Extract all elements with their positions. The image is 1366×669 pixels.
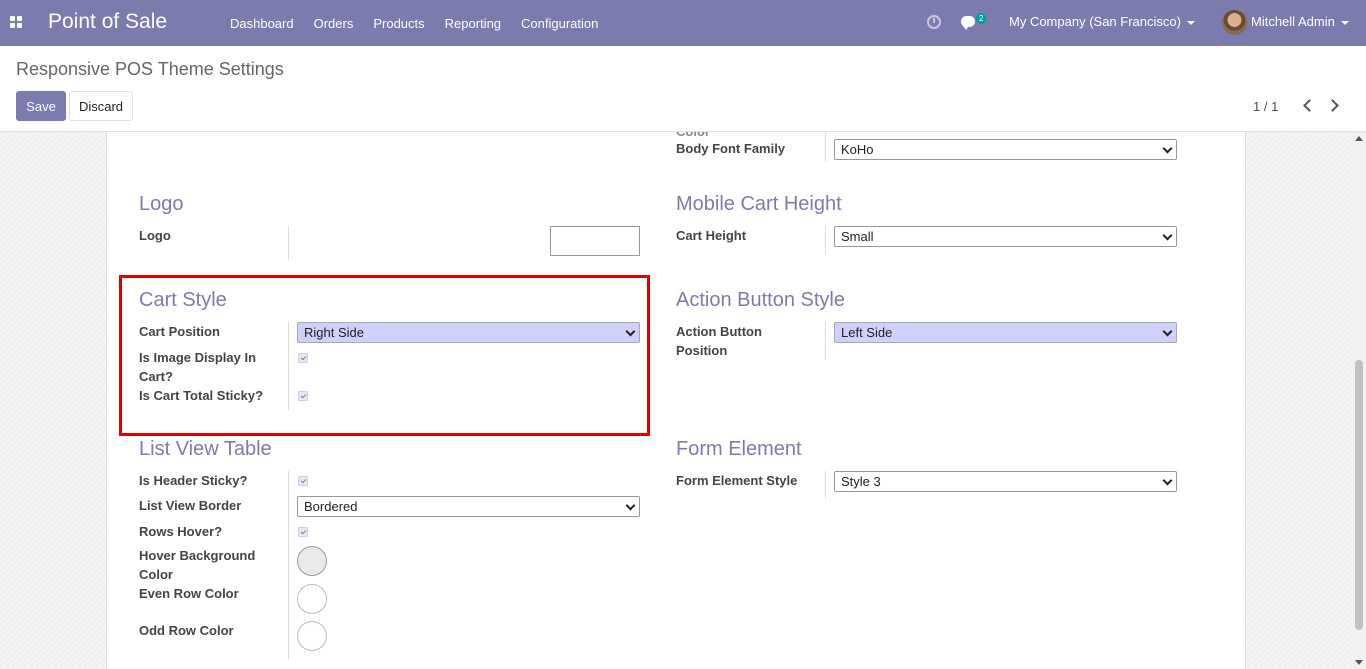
pager-value[interactable]: 1 / 1 (1253, 99, 1278, 114)
body-font-label: Body Font Family (676, 141, 786, 156)
company-name: My Company (San Francisco) (1009, 14, 1181, 29)
menu-item-orders[interactable]: Orders (304, 16, 364, 31)
menu-item-dashboard[interactable]: Dashboard (220, 16, 304, 31)
chat-icon[interactable] (961, 16, 975, 30)
action-button-section-title: Action Button Style (676, 289, 845, 311)
body-font-value: KoHo (841, 142, 874, 157)
logo-upload-field[interactable] (550, 226, 640, 256)
breadcrumb: Responsive POS Theme Settings (16, 59, 284, 79)
even-row-color-picker[interactable] (297, 584, 327, 614)
pager-next-icon[interactable] (1327, 98, 1343, 114)
cart-height-label: Cart Height (676, 228, 747, 243)
activity-clock-icon[interactable] (927, 15, 941, 29)
user-avatar[interactable] (1222, 10, 1247, 35)
body-font-select[interactable]: KoHo (834, 139, 1177, 160)
list-view-section-title: List View Table (139, 438, 272, 460)
form-element-style-value: Style 3 (841, 474, 881, 489)
cart-height-select[interactable]: Small (834, 226, 1177, 247)
chevron-down-icon (1340, 20, 1349, 25)
cart-style-section-title: Cart Style (139, 289, 227, 311)
divider (825, 322, 826, 360)
action-button-position-label: Action Button Position (676, 324, 762, 358)
odd-row-color-picker[interactable] (297, 621, 327, 651)
scrollbar-thumb[interactable] (1355, 360, 1363, 630)
divider (825, 132, 826, 162)
menu-item-products[interactable]: Products (363, 16, 434, 31)
divider (825, 226, 826, 254)
cart-total-sticky-label: Is Cart Total Sticky? (139, 388, 264, 403)
odd-row-color-label: Odd Row Color (139, 623, 234, 638)
cart-total-sticky-checkbox[interactable] (298, 391, 308, 401)
image-display-label: Is Image Display In Cart? (139, 350, 257, 384)
cart-position-label: Cart Position (139, 324, 220, 339)
chevron-down-icon (1186, 20, 1195, 25)
company-switcher[interactable]: My Company (San Francisco) (1009, 14, 1195, 29)
chat-count-badge: 2 (976, 13, 987, 24)
header-sticky-label: Is Header Sticky? (139, 473, 248, 488)
apps-menu-icon[interactable] (10, 16, 23, 29)
discard-button[interactable]: Discard (69, 91, 133, 121)
main-menu: Dashboard Orders Products Reporting Conf… (220, 0, 608, 46)
action-button-position-select[interactable]: Left Side (834, 322, 1177, 343)
logo-label: Logo (139, 228, 171, 243)
form-element-style-select[interactable]: Style 3 (834, 471, 1177, 492)
hover-bg-color-picker[interactable] (297, 546, 327, 576)
app-title[interactable]: Point of Sale (48, 10, 167, 34)
even-row-color-label: Even Row Color (139, 586, 239, 601)
user-menu[interactable]: Mitchell Admin (1251, 14, 1349, 29)
list-view-border-label: List View Border (139, 498, 242, 513)
rows-hover-label: Rows Hover? (139, 524, 223, 539)
vertical-scrollbar[interactable] (1352, 132, 1366, 669)
logo-section-title: Logo (139, 193, 184, 215)
menu-item-reporting[interactable]: Reporting (435, 16, 511, 31)
user-name: Mitchell Admin (1251, 14, 1335, 29)
form-element-style-label: Form Element Style (676, 473, 798, 488)
top-navbar: Point of Sale Dashboard Orders Products … (0, 0, 1366, 46)
list-view-border-select[interactable]: Bordered (297, 496, 640, 517)
pager-previous-icon[interactable] (1300, 98, 1316, 114)
cart-position-value: Right Side (304, 325, 364, 340)
hover-bg-color-label: Hover Background Color (139, 548, 256, 582)
cart-height-value: Small (841, 229, 874, 244)
form-view: Color Body Font Family KoHo Logo Logo Mo… (0, 132, 1366, 669)
scroll-up-icon[interactable] (1355, 136, 1363, 141)
header-sticky-checkbox[interactable] (298, 476, 308, 486)
action-button-position-value: Left Side (841, 325, 893, 340)
mobile-cart-section-title: Mobile Cart Height (676, 193, 842, 215)
divider (288, 226, 289, 260)
rows-hover-checkbox[interactable] (298, 527, 308, 537)
save-button[interactable]: Save (16, 91, 66, 121)
control-panel: Responsive POS Theme Settings Save Disca… (0, 46, 1366, 132)
divider (288, 471, 289, 659)
cart-position-select[interactable]: Right Side (297, 322, 640, 343)
divider (825, 471, 826, 499)
divider (288, 322, 289, 410)
menu-item-configuration[interactable]: Configuration (511, 16, 608, 31)
list-view-border-value: Bordered (304, 499, 358, 514)
scroll-down-icon[interactable] (1355, 660, 1363, 665)
form-element-section-title: Form Element (676, 438, 802, 460)
image-display-checkbox[interactable] (298, 353, 308, 363)
